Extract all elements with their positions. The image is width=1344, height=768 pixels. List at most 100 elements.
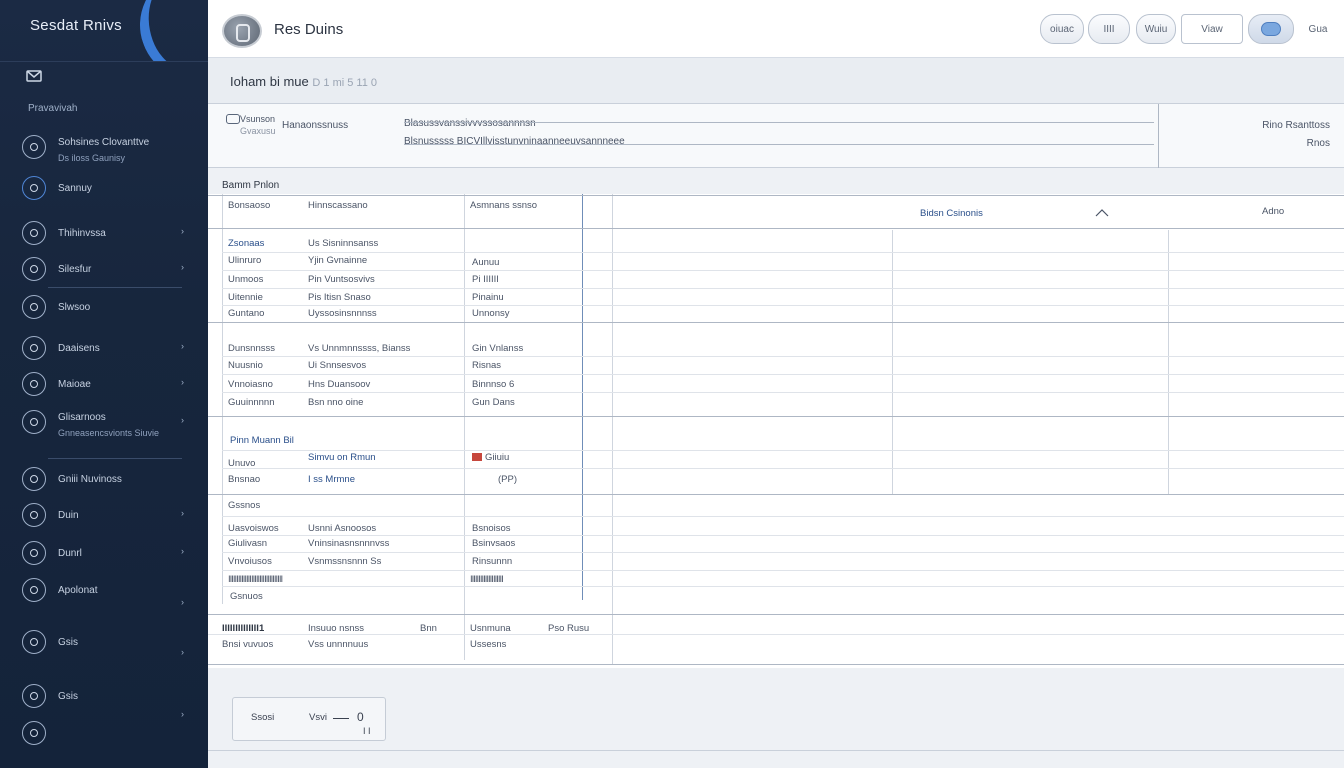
target-icon [22, 336, 46, 360]
sidebar: Sesdat Rnivs Pravavivah Sohsines Clovant… [0, 0, 208, 768]
leaf-icon [22, 467, 46, 491]
total-cell: Pso Rusu [548, 623, 590, 634]
refresh-icon [22, 295, 46, 319]
info-right-top: Rino Rsanttoss [1262, 120, 1330, 131]
column-header[interactable]: Bonsaoso [228, 200, 270, 211]
table-cell: Gun Dans [472, 397, 515, 408]
sidebar-item-11[interactable]: Apolonat › [22, 575, 192, 607]
info-separator [1158, 104, 1159, 168]
sidebar-section-title: Pravavivah [28, 103, 78, 114]
avatar[interactable] [222, 14, 262, 48]
section-title: Ioham bi mue D 1 mi 5 11 0 [230, 74, 377, 89]
sidebar-item-1[interactable]: Sannuy [22, 173, 192, 203]
total-cell: Vss unnnnuus [308, 639, 369, 650]
column-header[interactable]: Asmnans ssnso [470, 200, 537, 211]
pagination-control[interactable]: Ssosi Vsvi 0 I I [232, 697, 386, 741]
column-header[interactable]: Hinnscassano [308, 200, 368, 211]
sort-up-icon[interactable] [1094, 208, 1110, 218]
chevron-right-icon: › [181, 508, 184, 518]
sidebar-item-8[interactable]: Gniii Nuvinoss [22, 464, 192, 494]
sidebar-item-label: Daaisens [58, 342, 100, 354]
total-cell: Insuuo nsnss [308, 623, 364, 634]
sidebar-item-label: Glisarnoos [58, 411, 106, 423]
table-cell: Guntano [228, 308, 265, 319]
folder-icon [22, 221, 46, 245]
chevron-right-icon: › [181, 546, 184, 556]
table-cell: Bsn nno oine [308, 397, 364, 408]
settings-icon [22, 372, 46, 396]
sidebar-item-3[interactable]: Silesfur › [22, 254, 192, 284]
table-cell: Uitennie [228, 292, 263, 303]
section-title-hint: D 1 mi 5 11 0 [312, 77, 377, 89]
chevron-right-icon: › [181, 647, 184, 657]
page-number[interactable]: 0 [357, 710, 364, 724]
table-cell: IIIIIIIIIIIIIIIIIIII [470, 574, 504, 585]
column-header[interactable]: Adno [1262, 206, 1284, 217]
total-cell: Ussesns [470, 639, 507, 650]
header-toggle-label: Gua [1308, 23, 1328, 35]
info-desc-bottom: Blsnusssss BICVIllvisstunvninaanneeuvsan… [404, 136, 625, 147]
group-label: Gssnos [228, 500, 261, 511]
brand-logo-swoosh [124, 0, 208, 61]
column-header[interactable]: Bidsn Csinonis [920, 208, 983, 219]
info-label-top: Vsunson [240, 114, 276, 124]
table-cell: Vsnmssnsnnn Ss [308, 556, 382, 567]
sidebar-item-sub: Ds iloss Gaunisy [58, 152, 126, 163]
header-button-0[interactable]: oiuac [1040, 14, 1084, 44]
table-cell: Ulinruro [228, 255, 262, 266]
table-cell: Pi IIIIII [472, 274, 499, 285]
sidebar-item-12[interactable]: Gsis › [22, 627, 192, 657]
sidebar-item-label: Maioae [58, 378, 91, 390]
header-button-1[interactable]: IIII [1088, 14, 1130, 44]
table-cell: Pinainu [472, 292, 504, 303]
sidebar-item-7[interactable]: Glisarnoos Gnneasencsvionts Siuvie › [22, 407, 192, 438]
header-button-2[interactable]: Wuiu [1136, 14, 1176, 44]
sidebar-item-5[interactable]: Daaisens › [22, 333, 192, 363]
shield-icon [22, 684, 46, 708]
table-cell: Usnni Asnoosos [308, 523, 377, 534]
top-header: Res Duins oiuac IIII Wuiu Viaw Gua [208, 0, 1344, 58]
sub-header: Ioham bi mue D 1 mi 5 11 0 [208, 58, 1344, 104]
sidebar-item-2[interactable]: Thihinvssa › [22, 218, 192, 248]
data-table: Bonsaoso Hinnscassano Asmnans ssnso Bids… [208, 194, 1344, 668]
sidebar-item-4[interactable]: Slwsoo [22, 292, 192, 322]
table-cell: Guuinnnnn [228, 397, 275, 408]
sidebar-item-6[interactable]: Maioae › [22, 369, 192, 399]
table-cell: Uyssosinsnnnss [308, 308, 377, 319]
group-label: Pinn Muann Bil [230, 435, 294, 446]
sidebar-item-13[interactable]: Gsis › [22, 681, 192, 719]
header-view-select[interactable]: Viaw [1181, 14, 1243, 44]
table-cell: I ss Mrmne [308, 474, 355, 485]
app-icon [22, 578, 46, 602]
table-cell: Gsnuos [230, 591, 263, 602]
table-cell: Binnnso 6 [472, 379, 515, 390]
sidebar-item-label: Duin [58, 509, 79, 521]
table-cell: Giiuiu [472, 452, 509, 463]
table-cell: Nuusnio [228, 360, 263, 371]
sidebar-item-0[interactable]: Sohsines Clovanttve Ds iloss Gaunisy [22, 132, 192, 163]
header-toggle[interactable] [1248, 14, 1294, 44]
circle-icon [22, 176, 46, 200]
table-cell: Risnas [472, 360, 502, 371]
chevron-right-icon: › [181, 377, 184, 387]
help-icon [22, 721, 46, 745]
document-icon [22, 135, 46, 159]
sidebar-item-9[interactable]: Duin › [22, 500, 192, 530]
brand-title: Sesdat Rnivs [30, 17, 122, 34]
total-cell: Usnmuna [470, 623, 511, 634]
table-title: Bamm Pnlon [222, 180, 280, 191]
table-cell: (PP) [498, 474, 517, 485]
table-cell: Unnonsy [472, 308, 510, 319]
mail-icon[interactable] [26, 70, 42, 82]
table-cell: Uasvoiswos [228, 523, 279, 534]
sidebar-item-sub: Gnneasencsvionts Siuvie [58, 427, 160, 438]
total-cell: IIIIIIIIIIIIII1 [222, 623, 265, 634]
sidebar-divider [48, 458, 182, 459]
chevron-right-icon: › [181, 597, 184, 607]
info-panel: Vsunson Gvaxusu Hanaonssnuss Blasussvans… [208, 104, 1344, 168]
pagination-label: Vsvi [309, 712, 327, 723]
table-cell: Vs Unnmnnssss, Bianss [308, 343, 411, 354]
chevron-right-icon: › [181, 262, 184, 272]
sidebar-item-10[interactable]: Dunrl › [22, 538, 192, 568]
sidebar-item-14[interactable] [22, 718, 192, 748]
